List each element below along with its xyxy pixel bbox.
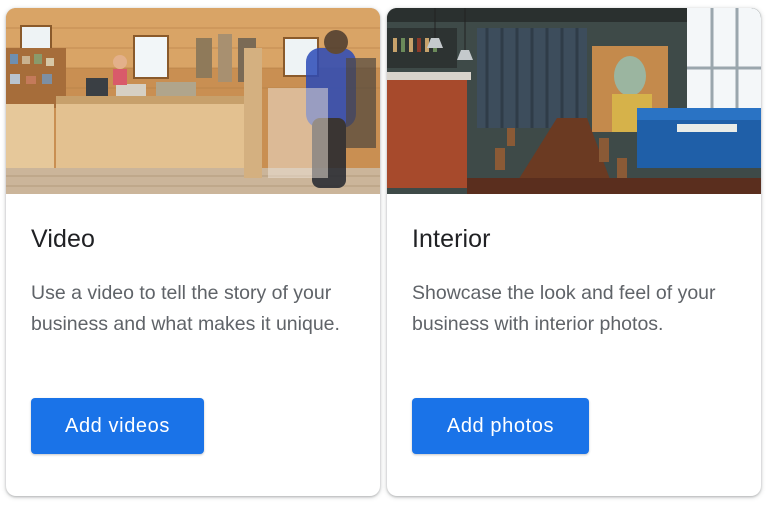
shop-interior-photo xyxy=(6,8,380,194)
video-card: Video Use a video to tell the story of y… xyxy=(6,8,380,496)
interior-card: Interior Showcase the look and feel of y… xyxy=(387,8,761,496)
card-description: Showcase the look and feel of your busin… xyxy=(412,282,716,335)
add-videos-button[interactable]: Add videos xyxy=(31,398,204,454)
add-photos-button[interactable]: Add photos xyxy=(412,398,589,454)
card-description: Use a video to tell the story of your bu… xyxy=(31,282,340,335)
card-gallery: Video Use a video to tell the story of y… xyxy=(0,0,768,507)
card-title: Video xyxy=(31,225,95,253)
card-title: Interior xyxy=(412,225,491,253)
restaurant-interior-photo xyxy=(387,8,761,194)
